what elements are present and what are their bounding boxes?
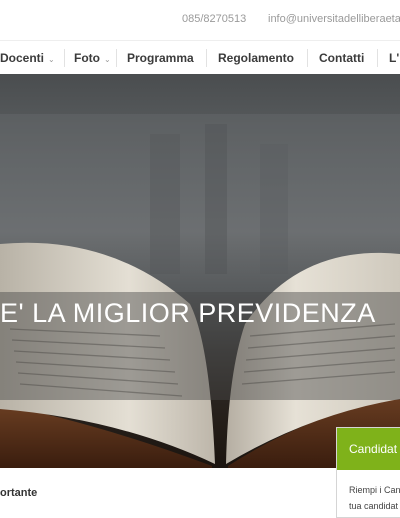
nav-item-l[interactable]: L'	[389, 41, 399, 75]
nav-item-label: Regolamento	[218, 51, 295, 65]
nav-item-label: Docenti	[0, 51, 45, 65]
widget-body: Riempi i Can tua candidat	[337, 470, 400, 514]
main-navigation: Docenti ⌄ Foto ⌄ Programma Regolamento Con…	[0, 40, 400, 75]
widget-title[interactable]: Candidat	[337, 428, 400, 470]
email-link[interactable]: info@universitadelliberaeta	[268, 13, 400, 25]
nav-item-foto[interactable]: Foto ⌄	[74, 41, 111, 75]
open-book-image	[0, 114, 400, 468]
candidature-widget: Candidat Riempi i Can tua candidat	[336, 427, 400, 518]
phone-number[interactable]: 085/8270513	[182, 13, 246, 25]
widget-text-line: Riempi i Can	[349, 485, 400, 495]
nav-item-regolamento[interactable]: Regolamento	[218, 41, 294, 75]
nav-item-docenti[interactable]: Docenti ⌄	[0, 41, 55, 75]
nav-divider	[116, 49, 117, 67]
nav-item-label: Contatti	[319, 51, 365, 65]
chevron-down-icon: ⌄	[48, 55, 55, 64]
hero-headline: E' LA MIGLIOR PREVIDENZA	[0, 298, 376, 328]
nav-item-label: Programma	[127, 51, 194, 65]
section-label: ortante	[0, 487, 38, 499]
widget-text-line: tua candidat	[349, 501, 399, 511]
chevron-down-icon: ⌄	[104, 55, 111, 64]
nav-divider	[206, 49, 207, 67]
nav-item-contatti[interactable]: Contatti	[319, 41, 364, 75]
nav-divider	[307, 49, 308, 67]
nav-divider	[64, 49, 65, 67]
top-bar: 085/8270513 info@universitadelliberaeta	[0, 0, 400, 40]
nav-item-label: Foto	[74, 51, 100, 65]
hero-banner: E' LA MIGLIOR PREVIDENZA	[0, 74, 400, 468]
nav-item-programma[interactable]: Programma	[127, 41, 194, 75]
nav-item-label: L'	[389, 51, 400, 65]
nav-divider	[377, 49, 378, 67]
